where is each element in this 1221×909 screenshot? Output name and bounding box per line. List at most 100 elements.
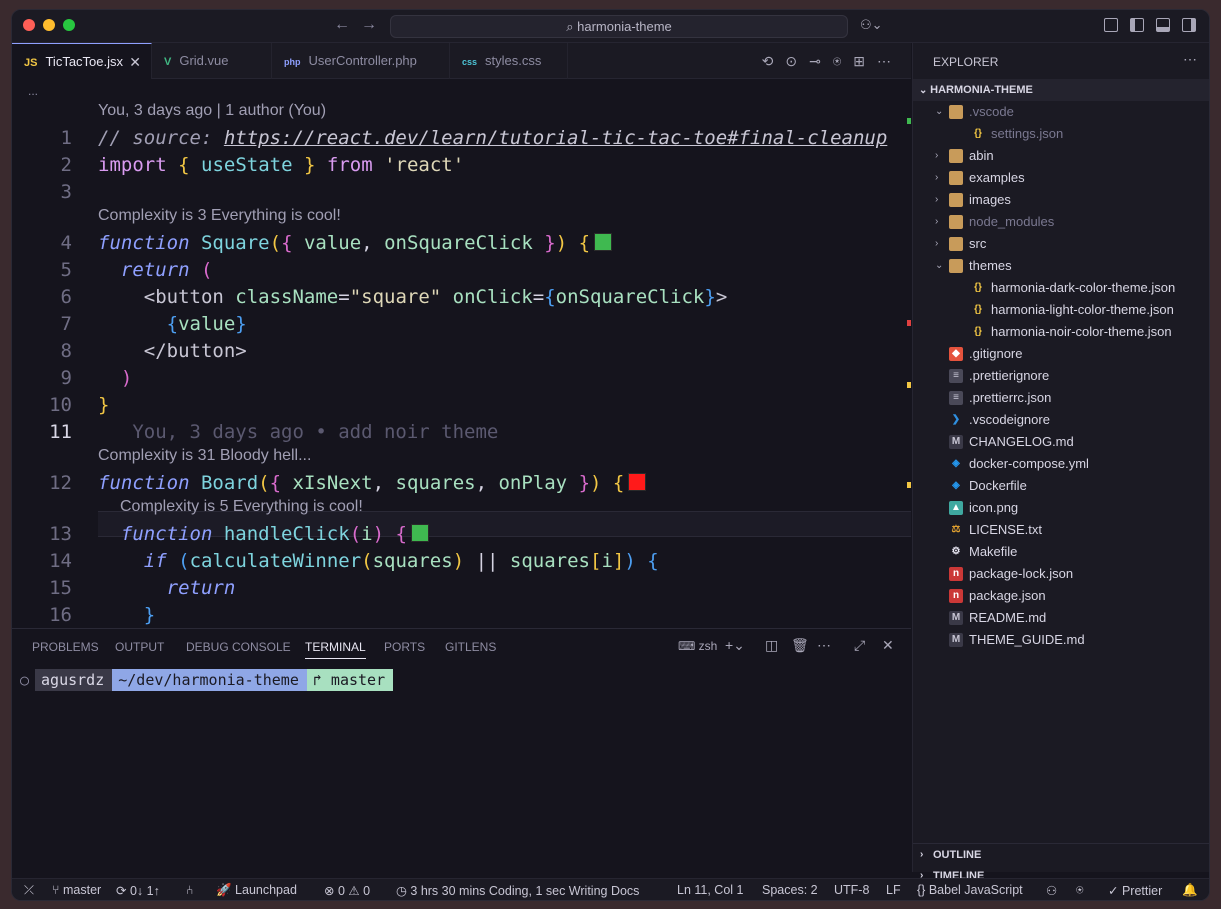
problems-item[interactable]: ⊗ 0 ⚠ 0 (324, 883, 370, 898)
tree-item[interactable]: M CHANGELOG.md (913, 431, 1209, 453)
more-actions-icon[interactable]: ⋯ (877, 53, 903, 69)
tree-item[interactable]: {} settings.json (913, 123, 1209, 145)
end-of-line[interactable]: LF (886, 883, 901, 897)
chevron-right-icon[interactable]: › (935, 211, 938, 233)
branch-item[interactable]: ⑂ master (52, 883, 101, 897)
tree-item[interactable]: {} harmonia-dark-color-theme.json (913, 277, 1209, 299)
maximize-window-button[interactable] (63, 19, 75, 31)
indentation[interactable]: Spaces: 2 (762, 883, 818, 897)
tab-terminal[interactable]: TERMINAL (305, 640, 366, 659)
terminal-prompt[interactable]: ○ agusrdz ~/dev/harmonia-theme ↱ master (20, 669, 394, 691)
tab-usercontroller-php[interactable]: php UserController.php (272, 43, 450, 79)
remote-icon[interactable]: ⤫ (24, 883, 34, 898)
toggle-panel-icon[interactable] (1156, 18, 1170, 32)
tree-item[interactable]: ❯ .vscodeignore (913, 409, 1209, 431)
tree-item-label: settings.json (991, 126, 1064, 141)
folder-icon (949, 259, 963, 273)
tab-grid-vue[interactable]: V Grid.vue (152, 43, 272, 79)
tab-debug-console[interactable]: DEBUG CONSOLE (186, 640, 291, 654)
bell-icon[interactable]: 🔔 (1182, 883, 1198, 898)
chevron-down-icon: ⌄ (919, 85, 931, 96)
tree-item[interactable]: ⚖ LICENSE.txt (913, 519, 1209, 541)
codelens-complexity[interactable]: Complexity is 31 Bloody hell... (98, 447, 311, 465)
tree-item[interactable]: M THEME_GUIDE.md (913, 629, 1209, 651)
sync-item[interactable]: ⟳ 0↓ 1↑ (116, 883, 160, 898)
tab-problems[interactable]: PROBLEMS (32, 640, 99, 654)
tree-item-label: CHANGELOG.md (969, 434, 1074, 449)
inline-blame[interactable]: You, 3 days ago • add noir theme (132, 421, 498, 443)
customize-layout-icon[interactable] (1104, 18, 1118, 32)
new-terminal-icon[interactable]: +⌄ (725, 637, 745, 654)
split-editor-icon[interactable]: ⊞ (853, 53, 877, 69)
tree-item[interactable]: › src (913, 233, 1209, 255)
chevron-down-icon[interactable]: ⌄ (935, 101, 943, 123)
codelens-complexity[interactable]: Complexity is 5 Everything is cool! (120, 498, 363, 516)
comment-link[interactable]: https://react.dev/learn/tutorial-tic-tac… (224, 127, 887, 149)
tree-item[interactable]: › examples (913, 167, 1209, 189)
tree-item[interactable]: ≡ .prettierrc.json (913, 387, 1209, 409)
tab-tictactoe[interactable]: JS TicTacToe.jsx ✕ (12, 43, 152, 79)
compare-changes-icon[interactable]: ⟲ (762, 53, 786, 69)
tree-item[interactable]: ⌄ .vscode (913, 101, 1209, 123)
more-actions-icon[interactable]: ⋯ (1183, 51, 1197, 68)
close-window-button[interactable] (23, 19, 35, 31)
codelens-author[interactable]: You, 3 days ago | 1 author (You) (98, 102, 326, 120)
tree-item[interactable]: ▲ icon.png (913, 497, 1209, 519)
tree-item[interactable]: {} harmonia-light-color-theme.json (913, 299, 1209, 321)
git-graph-icon[interactable]: ⑃ (186, 883, 194, 897)
breadcrumb[interactable]: ... (28, 84, 38, 98)
close-panel-icon[interactable]: ✕ (882, 637, 894, 654)
encoding[interactable]: UTF-8 (834, 883, 869, 897)
command-center-search[interactable]: ⌕ harmonia-theme (390, 15, 848, 38)
chevron-right-icon[interactable]: › (935, 233, 938, 255)
tree-item[interactable]: › abin (913, 145, 1209, 167)
tab-styles-css[interactable]: css styles.css (450, 43, 568, 79)
copilot-icon[interactable]: ⚇ (1046, 883, 1057, 898)
tab-gitlens[interactable]: GITLENS (445, 640, 496, 654)
toggle-primary-sidebar-icon[interactable] (1130, 18, 1144, 32)
launchpad-item[interactable]: 🚀 Launchpad (216, 883, 297, 898)
split-terminal-icon[interactable]: ◫ (765, 637, 778, 654)
project-header[interactable]: ⌄ HARMONIA-THEME (913, 79, 1209, 101)
git-graph-icon[interactable]: ⍟ (833, 53, 853, 69)
line-number: 14 (49, 550, 72, 572)
next-change-icon[interactable]: ⊸ (809, 53, 833, 69)
toggle-secondary-sidebar-icon[interactable] (1182, 18, 1196, 32)
minimize-window-button[interactable] (43, 19, 55, 31)
tree-item[interactable]: ⚙ Makefile (913, 541, 1209, 563)
trash-icon[interactable]: 🗑 (791, 637, 809, 654)
chevron-right-icon[interactable]: › (935, 167, 938, 189)
tree-item[interactable]: ≡ .prettierignore (913, 365, 1209, 387)
tab-output[interactable]: OUTPUT (115, 640, 164, 654)
tree-item[interactable]: ◈ Dockerfile (913, 475, 1209, 497)
outline-section[interactable]: › OUTLINE (913, 843, 1209, 865)
prettier-item[interactable]: ✓ Prettier (1108, 883, 1162, 898)
tree-item[interactable]: n package.json (913, 585, 1209, 607)
tree-item[interactable]: › node_modules (913, 211, 1209, 233)
terminal-shell-selector[interactable]: ⌨ zsh (678, 639, 717, 653)
tab-ports[interactable]: PORTS (384, 640, 425, 654)
previous-change-icon[interactable]: ⊙ (785, 53, 809, 69)
more-actions-icon[interactable]: ⋯ (817, 637, 831, 654)
close-icon[interactable]: ✕ (129, 44, 141, 80)
tree-item[interactable]: M README.md (913, 607, 1209, 629)
tree-item[interactable]: n package-lock.json (913, 563, 1209, 585)
cursor-position[interactable]: Ln 11, Col 1 (677, 883, 743, 897)
back-arrow-icon[interactable]: ← (334, 16, 350, 34)
chevron-right-icon[interactable]: › (935, 145, 938, 167)
tree-item[interactable]: ◈ docker-compose.yml (913, 453, 1209, 475)
tree-item[interactable]: ◆ .gitignore (913, 343, 1209, 365)
tree-item[interactable]: › images (913, 189, 1209, 211)
maximize-panel-icon[interactable]: ⤢ (854, 637, 865, 654)
tree-item[interactable]: {} harmonia-noir-color-theme.json (913, 321, 1209, 343)
copilot-icon[interactable]: ⚇⌄ (860, 17, 883, 33)
wakatime-item[interactable]: ◷ 3 hrs 30 mins Coding, 1 sec Writing Do… (396, 883, 639, 898)
codelens-complexity[interactable]: Complexity is 3 Everything is cool! (98, 207, 341, 225)
code-editor[interactable]: You, 3 days ago | 1 author (You) 1 // so… (12, 102, 911, 626)
gitlens-icon[interactable]: ⍟ (1076, 883, 1084, 898)
language-mode[interactable]: {} Babel JavaScript (917, 883, 1023, 897)
tree-item[interactable]: ⌄ themes (913, 255, 1209, 277)
forward-arrow-icon[interactable]: → (361, 16, 377, 34)
chevron-down-icon[interactable]: ⌄ (935, 255, 943, 277)
chevron-right-icon[interactable]: › (935, 189, 938, 211)
